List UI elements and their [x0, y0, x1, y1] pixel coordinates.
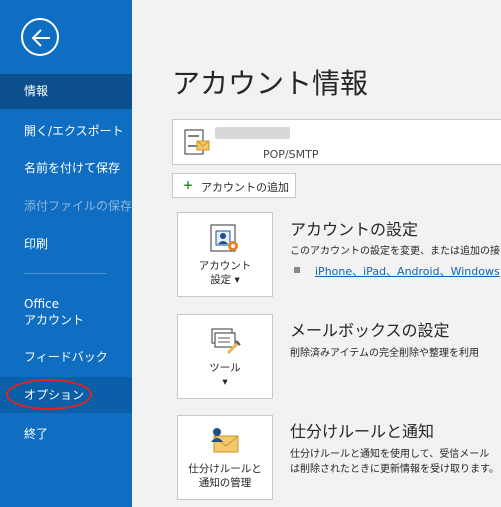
account-type: POP/SMTP — [263, 148, 319, 161]
sidebar-item-label: 添付ファイルの保存 — [24, 199, 133, 213]
sidebar-item-label: 開く/エクスポート — [24, 124, 124, 138]
account-selector[interactable]: POP/SMTP — [172, 119, 501, 165]
section-description: 削除済みアイテムの完全削除や整理を利用 — [290, 348, 479, 359]
section-title: 仕分けルールと通知 — [290, 422, 435, 441]
sidebar-item-label: Office — [24, 297, 60, 311]
tile-label: アカウント — [198, 260, 252, 272]
bullet-icon — [294, 267, 300, 273]
sidebar-item-label: 印刷 — [24, 237, 49, 251]
tile-label: ▾ — [222, 376, 228, 388]
add-account-label: アカウントの追加 — [201, 181, 289, 194]
sidebar-item-label: 名前を付けて保存 — [24, 161, 121, 175]
add-account-button[interactable]: + アカウントの追加 — [172, 173, 296, 198]
rules-alerts-tile[interactable]: 仕分けルールと 通知の管理 — [177, 415, 273, 500]
sidebar-divider — [24, 273, 106, 274]
tools-tile[interactable]: ツール ▾ — [177, 314, 273, 399]
sidebar-item-label: 終了 — [24, 427, 49, 441]
sidebar-item-label: 情報 — [24, 84, 49, 98]
account-settings-icon — [210, 224, 238, 252]
section-title: メールボックスの設定 — [290, 321, 450, 340]
sidebar-item-label: フィードバック — [24, 350, 108, 364]
mobile-app-link[interactable]: iPhone、iPad、Android、Windows — [315, 263, 500, 279]
section-description: は削除されたときに更新情報を受け取ります。 — [290, 464, 499, 475]
tile-label: 通知の管理 — [198, 477, 252, 489]
sidebar-item-open-export[interactable]: 開く/エクスポート — [0, 120, 132, 142]
main-pane: アカウント情報 POP/SMTP + アカウントの追加 アカウント 設定 ▾ ア… — [132, 0, 501, 507]
sidebar-item-options[interactable]: オプション — [0, 377, 132, 413]
section-description: 仕分けルールと通知を使用して、受信メール — [290, 449, 490, 460]
back-arrow-icon — [31, 29, 50, 47]
account-email-redacted — [215, 127, 290, 139]
sidebar-item-print[interactable]: 印刷 — [0, 233, 132, 255]
tools-icon — [211, 328, 241, 355]
sidebar-item-feedback[interactable]: フィードバック — [0, 346, 132, 368]
rules-alerts-icon — [211, 428, 239, 453]
tile-label: 仕分けルールと — [188, 463, 262, 475]
account-settings-tile[interactable]: アカウント 設定 ▾ — [177, 212, 273, 297]
tile-label: ツール — [209, 362, 241, 374]
page-title: アカウント情報 — [172, 67, 369, 100]
section-description: このアカウントの設定を変更、または追加の接 — [290, 246, 500, 257]
back-button[interactable] — [21, 18, 59, 56]
sidebar-item-label: アカウント — [24, 313, 85, 327]
sidebar-item-save-as[interactable]: 名前を付けて保存 — [0, 157, 132, 179]
backstage-sidebar: 情報 開く/エクスポート 名前を付けて保存 添付ファイルの保存 印刷 Offic… — [0, 0, 132, 507]
plus-icon: + — [183, 178, 194, 192]
sidebar-item-save-attachments: 添付ファイルの保存 — [0, 195, 132, 217]
sidebar-item-office-account[interactable]: Office アカウント — [0, 296, 132, 330]
sidebar-item-label: オプション — [24, 388, 85, 402]
email-account-icon — [184, 129, 210, 155]
sidebar-item-exit[interactable]: 終了 — [0, 423, 132, 445]
sidebar-item-info[interactable]: 情報 — [0, 74, 132, 109]
section-title: アカウントの設定 — [290, 220, 419, 239]
tile-label: 設定 ▾ — [210, 274, 240, 286]
